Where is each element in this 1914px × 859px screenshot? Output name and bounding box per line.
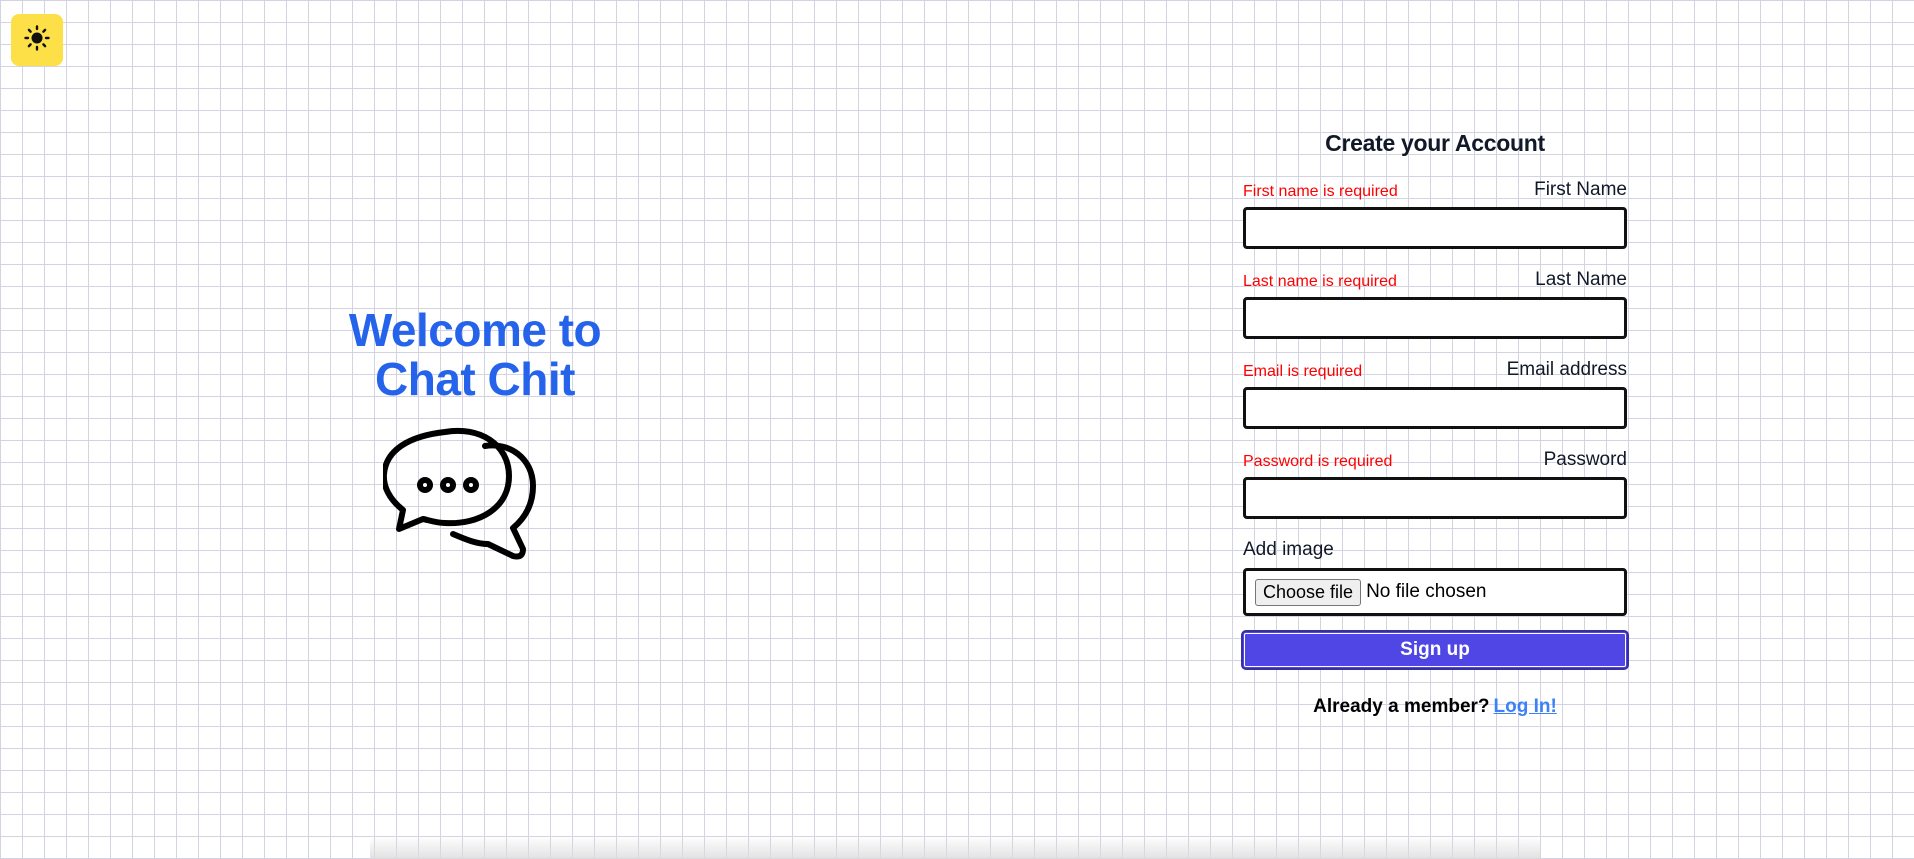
email-error: Email is required: [1243, 363, 1363, 380]
signup-form: Create your Account First name is requir…: [1241, 130, 1629, 718]
welcome-line-2: Chat Chit: [375, 353, 575, 405]
chat-bubbles-icon: [380, 424, 543, 574]
last-name-error: Last name is required: [1243, 273, 1397, 290]
sign-up-button[interactable]: Sign up: [1241, 630, 1629, 670]
email-input[interactable]: [1243, 387, 1627, 429]
horizontal-scrollbar[interactable]: [370, 836, 1540, 859]
email-group: Email is required Email address: [1243, 359, 1627, 429]
login-prompt: Already a member? Log In!: [1243, 696, 1627, 718]
file-status-text: No file chosen: [1366, 581, 1487, 602]
first-name-group: First name is required First Name: [1243, 179, 1627, 249]
password-error: Password is required: [1243, 453, 1393, 470]
image-file-input[interactable]: Choose file No file chosen: [1243, 568, 1627, 616]
password-input[interactable]: [1243, 477, 1627, 519]
theme-toggle-button[interactable]: [11, 14, 63, 66]
form-title: Create your Account: [1325, 130, 1545, 156]
first-name-input[interactable]: [1243, 207, 1627, 249]
email-label: Email address: [1506, 359, 1627, 380]
login-link[interactable]: Log In!: [1494, 696, 1557, 717]
add-image-label: Add image: [1243, 539, 1334, 560]
first-name-error: First name is required: [1243, 183, 1398, 200]
password-label: Password: [1543, 449, 1627, 470]
password-group: Password is required Password: [1243, 449, 1627, 519]
welcome-line-1: Welcome to: [348, 304, 602, 356]
member-text: Already a member?: [1313, 696, 1490, 717]
sun-icon: [24, 24, 50, 56]
last-name-label: Last Name: [1535, 269, 1627, 290]
last-name-group: Last name is required Last Name: [1243, 269, 1627, 339]
last-name-input[interactable]: [1243, 297, 1627, 339]
first-name-label: First Name: [1534, 179, 1627, 200]
welcome-heading: Welcome to Chat Chit: [300, 306, 650, 404]
choose-file-button[interactable]: Choose file: [1255, 578, 1362, 606]
